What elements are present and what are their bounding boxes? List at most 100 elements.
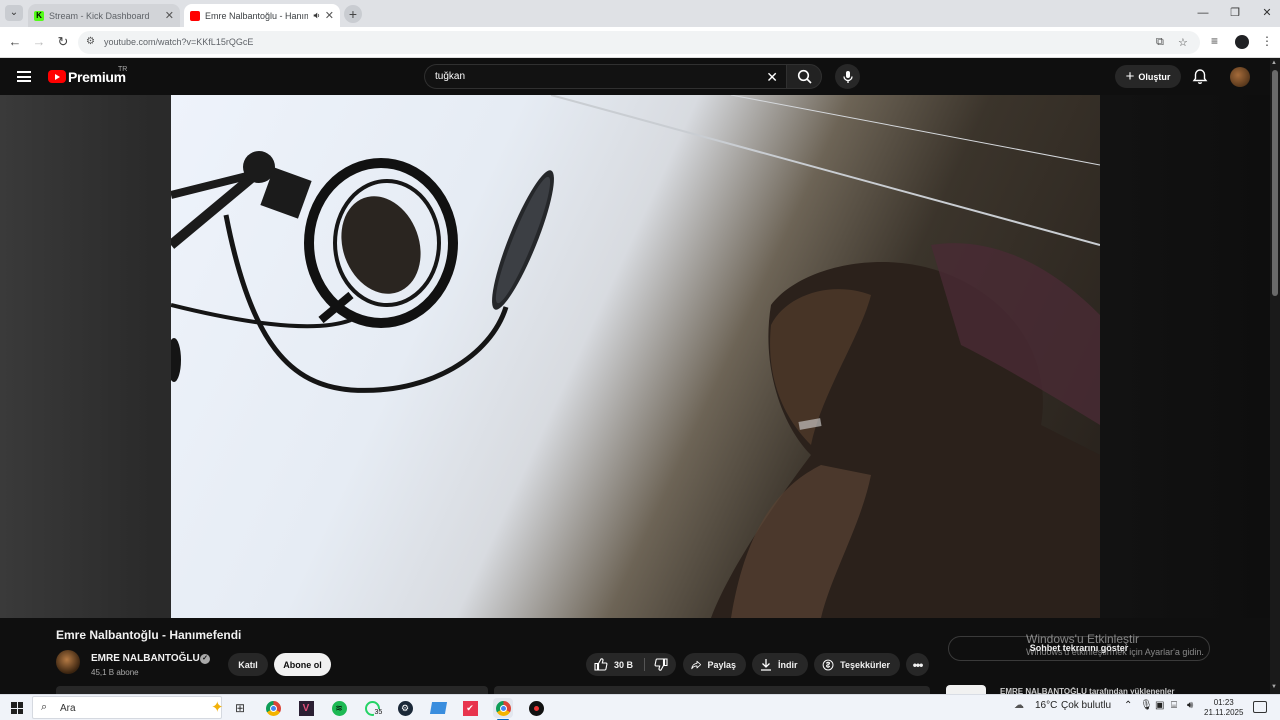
browser-toolbar: ← → ↻ ⚙ youtube.com/watch?v=KKfL15rQGcE … (0, 27, 1280, 58)
subscriber-count: 45,1 B abone (91, 668, 139, 677)
recording-app-icon[interactable] (526, 698, 546, 718)
bookmark-star-icon[interactable]: ☆ (1178, 36, 1188, 49)
back-icon[interactable]: ← (7, 34, 23, 50)
taskbar-search-placeholder: Ara (60, 703, 76, 714)
download-icon (761, 659, 771, 671)
tab-title: Stream - Kick Dashboard (49, 10, 150, 21)
browser-menu-icon[interactable]: ⋮ (1261, 34, 1273, 48)
more-horizontal-icon: ••• (912, 657, 924, 672)
tab-youtube-video[interactable]: Emre Nalbantoğlu - Hanımefendi ✕ (184, 4, 340, 27)
dislike-button[interactable] (646, 653, 676, 676)
creative-app-icon[interactable]: V (296, 698, 316, 718)
tray-mic-icon[interactable]: 🎙︎ (1140, 700, 1153, 711)
chrome-icon[interactable] (263, 698, 283, 718)
video-frame-image (171, 95, 1100, 618)
menu-icon[interactable] (17, 71, 31, 82)
region-code: TR (118, 66, 128, 73)
reload-icon[interactable]: ↻ (55, 34, 71, 50)
share-button[interactable]: Paylaş (683, 653, 746, 676)
search-query: tuğkan (435, 71, 466, 82)
tab-kick-dashboard[interactable]: K Stream - Kick Dashboard ✕ (28, 4, 180, 27)
create-button[interactable]: + Oluştur (1115, 65, 1181, 88)
tray-chevron-icon[interactable]: ⌃ (1124, 700, 1132, 711)
thumbs-up-icon (594, 658, 608, 671)
search-input[interactable]: tuğkan ✕ (424, 64, 786, 89)
description-box-peek[interactable] (56, 686, 488, 694)
scrollbar-thumb[interactable] (1272, 70, 1278, 296)
verified-check-icon: ✓ (200, 654, 210, 664)
subscribe-button[interactable]: Abone ol (274, 653, 331, 676)
voice-search-button[interactable] (835, 64, 860, 89)
steam-icon[interactable]: ⚙ (395, 698, 415, 718)
account-avatar[interactable] (1230, 67, 1250, 87)
taskbar-search-input[interactable]: ⌕ Ara ✦ (32, 696, 224, 719)
youtube-header: Premium TR tuğkan ✕ + Oluştur (0, 58, 1280, 95)
weather-icon[interactable]: ☁ (1014, 700, 1024, 711)
thanks-button[interactable]: Teşekkürler (814, 653, 900, 676)
network-icon[interactable]: ⌸ (1171, 700, 1177, 711)
thumbs-down-icon (654, 658, 668, 671)
like-divider (644, 658, 645, 671)
like-count: 30 B (614, 659, 634, 670)
close-window-button[interactable]: ✕ (1251, 0, 1280, 27)
forward-icon[interactable]: → (31, 34, 47, 50)
share-arrow-icon (691, 660, 702, 669)
speaker-icon[interactable] (313, 11, 320, 20)
watermark-title: Windows'u Etkinleştir (1026, 632, 1139, 646)
thanks-label: Teşekkürler (840, 659, 890, 670)
channel-name[interactable]: EMRE NALBANTOĞLU (91, 653, 200, 664)
search-button[interactable] (786, 64, 822, 89)
clock-date: 21.11.2025 (1204, 708, 1244, 717)
comments-box-peek[interactable] (494, 686, 930, 694)
download-button[interactable]: İndir (752, 653, 808, 676)
task-view-icon[interactable]: ⊞ (230, 698, 250, 718)
like-button[interactable]: 30 B (586, 653, 644, 676)
address-bar[interactable]: ⚙ youtube.com/watch?v=KKfL15rQGcE ⧉ ☆ (78, 31, 1200, 54)
weather-temp[interactable]: 16°C (1035, 700, 1057, 711)
file-explorer-icon[interactable] (428, 698, 448, 718)
site-info-icon[interactable]: ⚙ (86, 36, 95, 47)
like-dislike-group: 30 B (586, 653, 676, 676)
scroll-down-icon[interactable]: ▼ (1271, 684, 1277, 690)
channel-avatar[interactable] (56, 650, 80, 674)
download-label: İndir (778, 659, 798, 670)
plus-icon: + (1125, 68, 1135, 85)
page-scrollbar[interactable]: ▲ ▼ (1270, 58, 1280, 694)
more-actions-button[interactable]: ••• (906, 653, 929, 676)
tab-search-button[interactable]: ⌄ (5, 5, 23, 21)
system-clock[interactable]: 01:23 21.11.2025 (1204, 698, 1243, 718)
close-tab-icon[interactable]: ✕ (165, 9, 174, 22)
install-app-icon[interactable]: ⧉ (1156, 36, 1164, 49)
tray-display-icon[interactable]: ▣ (1155, 700, 1164, 711)
whatsapp-badge: 35 (373, 708, 384, 716)
pocket-app-icon[interactable]: ✔ (460, 698, 480, 718)
windows-activation-watermark: Windows'u Etkinleştir Windows'u etkinleş… (1026, 632, 1204, 657)
whatsapp-icon[interactable]: 35 (362, 698, 384, 718)
volume-icon[interactable]: 🔊︎ (1187, 700, 1193, 711)
search-highlight-icon: ✦ (211, 699, 224, 716)
notifications-bell-icon[interactable] (1192, 68, 1208, 85)
share-label: Paylaş (707, 659, 736, 670)
tab-title: Emre Nalbantoğlu - Hanımefendi (205, 10, 308, 21)
windows-start-icon[interactable] (11, 702, 23, 714)
related-filter-peek[interactable]: EMRE NALBANTOĞLU tarafından yüklenenler (1000, 687, 1175, 694)
chrome-active-icon[interactable] (493, 698, 513, 718)
minimize-button[interactable]: — (1187, 0, 1219, 27)
scroll-up-icon[interactable]: ▲ (1271, 60, 1277, 66)
spotify-icon[interactable]: ≋ (329, 698, 349, 718)
youtube-logo-icon[interactable] (48, 70, 66, 83)
clear-search-icon[interactable]: ✕ (766, 69, 778, 86)
video-player[interactable] (171, 95, 1100, 618)
close-tab-icon[interactable]: ✕ (325, 9, 334, 22)
watermark-subtitle: Windows'u etkinleştirmek için Ayarlar'a … (1026, 647, 1204, 657)
new-tab-button[interactable]: + (344, 5, 362, 23)
restore-button[interactable]: ❐ (1219, 0, 1251, 27)
notification-center-icon[interactable] (1253, 701, 1267, 713)
filter-chip-peek[interactable] (946, 685, 986, 694)
url-text: youtube.com/watch?v=KKfL15rQGcE (104, 37, 254, 47)
profile-avatar-icon[interactable] (1235, 35, 1249, 49)
media-controls-icon[interactable]: ≡ (1211, 34, 1218, 48)
weather-desc[interactable]: Çok bulutlu (1061, 700, 1111, 711)
join-button[interactable]: Katıl (228, 653, 268, 676)
browser-tab-strip: ⌄ K Stream - Kick Dashboard ✕ Emre Nalba… (0, 0, 1280, 27)
